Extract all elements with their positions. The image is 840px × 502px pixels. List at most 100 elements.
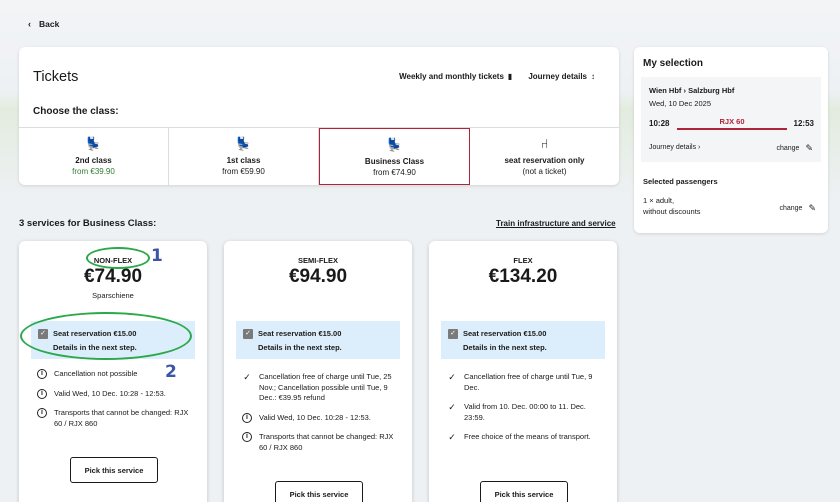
- arrival-time: 12:53: [793, 119, 814, 128]
- seat-reservation-details: Details in the next step.: [53, 343, 137, 352]
- service-tier: SEMI-FLEX: [297, 256, 338, 265]
- change-label: change: [776, 145, 800, 152]
- info-icon: i: [37, 408, 47, 418]
- class-price: from €39.90: [72, 167, 115, 176]
- journey-summary: Wien Hbf › Salzburg Hbf Wed, 10 Dec 2025…: [641, 77, 821, 162]
- list-item: ✓ Cancellation free of charge until Tue, …: [242, 372, 402, 404]
- seat-outline-icon: ⑁: [540, 136, 549, 151]
- pick-service-button[interactable]: Pick this service: [480, 481, 568, 502]
- passenger-line: 1 × adult,: [643, 196, 675, 205]
- seat-icon: 💺: [235, 136, 252, 151]
- feature-text: Transports that cannot be changed: RJX 6…: [259, 432, 394, 452]
- service-tier: NON-FLEX: [93, 256, 133, 265]
- service-features: ✓ Cancellation free of charge until Tue, …: [447, 372, 607, 452]
- pencil-icon: ✎: [808, 203, 816, 213]
- list-item: ✓ Free choice of the means of transport.: [447, 432, 607, 443]
- list-item: i Valid Wed, 10 Dec. 10:28 - 12:53.: [37, 388, 197, 400]
- seat-reservation-title: Seat reservation €15.00: [53, 329, 137, 338]
- weekly-monthly-link[interactable]: Weekly and monthly tickets ▮: [399, 72, 512, 81]
- feature-text: Cancellation not possible: [54, 369, 138, 378]
- seat-reservation-title: Seat reservation €15.00: [258, 329, 342, 338]
- journey-date: Wed, 10 Dec 2025: [649, 99, 711, 108]
- checkbox-icon[interactable]: ✓: [38, 329, 48, 339]
- class-name: 2nd class: [75, 156, 112, 165]
- infrastructure-link[interactable]: Train infrastructure and service: [496, 219, 616, 228]
- list-item: ✓ Valid from 10. Dec. 00:00 to 11. Dec. 2…: [447, 402, 607, 423]
- check-icon: ✓: [448, 432, 456, 442]
- info-icon: i: [37, 388, 47, 399]
- class-option-2nd[interactable]: 💺 2nd class from €39.90: [19, 128, 169, 185]
- change-passengers-button[interactable]: change ✎: [779, 203, 816, 214]
- chevron-left-icon: ‹: [28, 19, 31, 29]
- services-heading: 3 services for Business Class:: [19, 218, 157, 229]
- check-icon: ✓: [243, 372, 251, 382]
- feature-text: Transports that cannot be changed: RJX 6…: [54, 408, 189, 428]
- journey-details-label: Journey details: [528, 72, 587, 81]
- info-icon: i: [242, 432, 252, 442]
- ticket-book-icon: ▮: [507, 72, 513, 81]
- annotation-number-1: 1: [151, 246, 163, 266]
- passenger-discount: without discounts: [643, 207, 701, 216]
- service-price: €74.90: [83, 266, 143, 287]
- checkbox-icon[interactable]: ✓: [448, 329, 458, 339]
- class-price: from €74.90: [373, 168, 416, 177]
- list-item: i Transports that cannot be changed: RJX …: [37, 408, 197, 429]
- class-price: from €59.90: [222, 167, 265, 176]
- change-journey-button[interactable]: change ✎: [776, 143, 813, 154]
- pick-service-button[interactable]: Pick this service: [70, 457, 158, 483]
- seat-reservation-title: Seat reservation €15.00: [463, 329, 547, 338]
- list-item: i Transports that cannot be changed: RJX …: [242, 432, 402, 453]
- list-item: i Valid Wed, 10 Dec. 10:28 - 12:53.: [242, 412, 402, 424]
- my-selection-panel: My selection Wien Hbf › Salzburg Hbf Wed…: [634, 47, 828, 233]
- service-card-semi-flex: SEMI-FLEX €94.90 ✓ Seat reservation €15.0…: [224, 241, 412, 502]
- feature-text: Free choice of the means of transport.: [464, 432, 591, 441]
- feature-text: Cancellation free of charge until Tue, 9…: [464, 372, 593, 392]
- my-selection-title: My selection: [643, 58, 704, 69]
- seat-reservation-details: Details in the next step.: [258, 343, 342, 352]
- choose-class-heading: Choose the class:: [33, 106, 119, 117]
- back-label: Back: [39, 19, 60, 29]
- service-tier: FLEX: [513, 256, 533, 265]
- info-icon: i: [37, 369, 47, 379]
- journey-details-link[interactable]: Journey details ›: [649, 144, 700, 151]
- pencil-icon: ✎: [805, 143, 813, 153]
- service-price: €94.90: [288, 266, 348, 287]
- check-icon: ✓: [448, 372, 456, 382]
- class-option-seat-only[interactable]: ⑁ seat reservation only (not a ticket): [470, 128, 619, 185]
- list-item: ✓ Cancellation free of charge until Tue, …: [447, 372, 607, 393]
- seat-reservation-box[interactable]: ✓ Seat reservation €15.00 Details in the …: [441, 321, 605, 359]
- check-icon: ✓: [448, 402, 456, 412]
- tickets-panel: Tickets Weekly and monthly tickets ▮ Jou…: [19, 47, 619, 185]
- page-title: Tickets: [33, 69, 79, 85]
- class-option-business[interactable]: 💺 Business Class from €74.90: [319, 128, 470, 185]
- checkbox-icon[interactable]: ✓: [243, 329, 253, 339]
- change-label: change: [779, 205, 803, 212]
- pick-service-button[interactable]: Pick this service: [275, 481, 363, 502]
- service-features: ✓ Cancellation free of charge until Tue, …: [242, 372, 402, 462]
- seat-reservation-box[interactable]: ✓ Seat reservation €15.00 Details in the …: [236, 321, 400, 359]
- service-price: €134.20: [488, 266, 558, 287]
- feature-text: Valid from 10. Dec. 00:00 to 11. Dec. 23…: [464, 402, 586, 422]
- seat-reservation-box[interactable]: ✓ Seat reservation €15.00 Details in the …: [31, 321, 195, 359]
- feature-text: Valid Wed, 10 Dec. 10:28 - 12:53.: [259, 412, 371, 422]
- passengers-title: Selected passengers: [643, 177, 718, 186]
- class-name: 1st class: [226, 156, 261, 165]
- train-number: RJX 60: [677, 117, 787, 130]
- service-subtitle: Sparschiene: [92, 291, 134, 300]
- service-card-non-flex: NON-FLEX €74.90 Sparschiene ✓ Seat reserv…: [19, 241, 207, 502]
- journey-details-link[interactable]: Journey details ↕: [528, 72, 595, 81]
- back-link[interactable]: ‹ Back: [28, 19, 59, 29]
- feature-text: Cancellation free of charge until Tue, 2…: [259, 372, 392, 402]
- feature-text: Valid Wed, 10 Dec. 10:28 - 12:53.: [54, 388, 166, 398]
- class-price: (not a ticket): [522, 167, 567, 176]
- annotation-number-2: 2: [165, 362, 177, 382]
- class-name: seat reservation only: [504, 156, 585, 165]
- vertical-arrows-icon: ↕: [591, 72, 595, 81]
- seat-icon: 💺: [386, 137, 403, 152]
- class-name: Business Class: [364, 157, 425, 166]
- seat-reservation-details: Details in the next step.: [463, 343, 547, 352]
- class-option-1st[interactable]: 💺 1st class from €59.90: [169, 128, 319, 185]
- weekly-monthly-label: Weekly and monthly tickets: [399, 72, 504, 81]
- service-card-flex: FLEX €134.20 ✓ Seat reservation €15.00 De…: [429, 241, 617, 502]
- route-label: Wien Hbf › Salzburg Hbf: [649, 86, 735, 95]
